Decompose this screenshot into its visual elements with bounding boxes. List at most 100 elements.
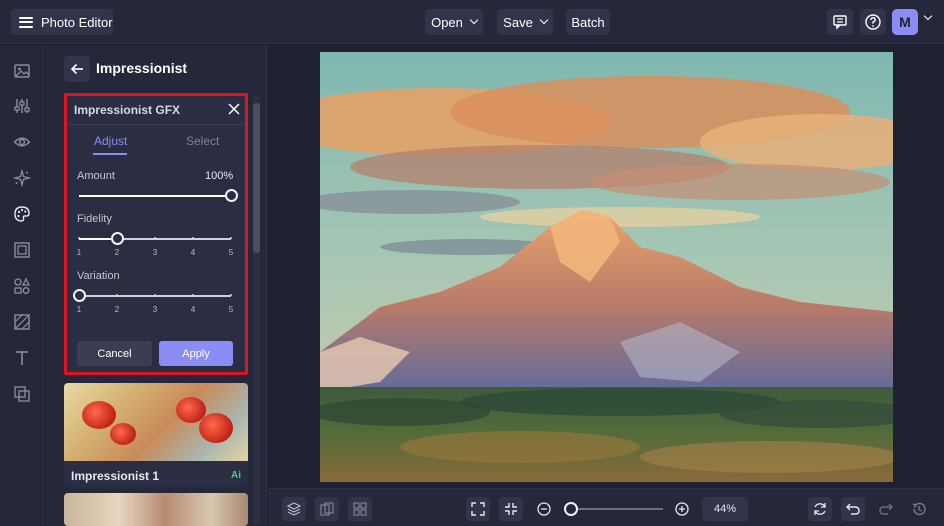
history-button[interactable] [907,497,931,521]
arrow-left-icon [70,63,83,75]
help-button[interactable] [860,9,886,35]
back-button[interactable] [64,56,90,82]
layers-button[interactable] [282,497,306,521]
preset-thumbnail [64,493,248,526]
slider-tick [116,294,118,296]
expand-icon [471,502,485,516]
open-button[interactable]: Open [425,9,483,35]
texture-icon[interactable] [12,312,32,332]
close-icon[interactable] [227,102,241,116]
slider-tick [192,294,194,296]
batch-button[interactable]: Batch [566,9,610,35]
text-icon[interactable] [12,348,32,368]
impressionist-gfx-card: Impressionist GFX Adjust Select Amount 1… [64,93,248,375]
open-label: Open [431,14,463,30]
redo-button[interactable] [874,497,898,521]
slider-tick-label: 2 [114,305,120,314]
chevron-down-icon[interactable] [923,11,933,21]
variation-label: Variation [77,270,120,282]
slider-thumb[interactable] [111,232,124,245]
amount-slider-thumb[interactable] [225,189,238,202]
slider-tick-label: 4 [190,248,196,257]
slider-tick [192,237,194,239]
card-header: Impressionist GFX [67,96,245,125]
sparkle-icon[interactable] [12,168,32,188]
reset-button[interactable] [808,497,832,521]
zoom-out-button[interactable] [532,497,556,521]
amount-slider[interactable] [79,189,238,202]
cancel-button[interactable]: Cancel [77,341,152,366]
slider-tick [154,294,156,296]
slider-tick-label: 3 [152,248,158,257]
palette-icon[interactable] [12,204,32,224]
hamburger-icon [19,16,33,28]
undo-button[interactable] [841,497,865,521]
slider-thumb[interactable] [73,289,86,302]
tab-select[interactable]: Select [186,134,219,148]
mountain-painting [320,52,893,482]
zoom-slider[interactable] [568,508,663,510]
chevron-down-icon [469,15,479,25]
redo-icon [879,503,893,515]
zoom-level[interactable]: 44% [702,497,748,521]
panel-scrollbar[interactable] [253,95,260,523]
layers-icon [286,502,302,516]
preset-thumbnail [64,383,248,461]
grid-button[interactable] [348,497,372,521]
feedback-button[interactable] [827,9,853,35]
apply-button[interactable]: Apply [159,341,233,366]
variation-slider[interactable]: 1 2 3 4 5 [73,289,233,314]
slider-tick-label: 4 [190,305,196,314]
amount-value: 100% [205,170,234,182]
compare-icon [320,502,334,516]
poppy-shape [82,401,116,429]
fidelity-slider[interactable]: 1 2 3 4 5 [77,232,233,257]
canvas-area [268,45,944,488]
app-title: Photo Editor [41,14,113,30]
amount-slider-fill [79,195,231,197]
fit-screen-button[interactable] [466,497,490,521]
avatar[interactable]: M [892,9,918,35]
amount-label: Amount [77,170,115,182]
card-title: Impressionist GFX [74,103,181,117]
bottom-toolbar: 44% [268,488,944,526]
history-icon [912,502,926,516]
grid-icon [353,502,367,516]
fidelity-label: Fidelity [77,213,112,225]
image-icon[interactable] [12,61,32,81]
actual-size-button[interactable] [499,497,523,521]
preset-card-next[interactable] [64,493,248,526]
save-button[interactable]: Save [497,9,553,35]
sliders-icon[interactable] [12,96,32,116]
slider-tick-label: 3 [152,305,158,314]
photo-canvas[interactable] [320,52,893,482]
slider-tick-label: 1 [76,305,82,314]
zoom-in-icon [675,502,689,516]
collapse-icon [505,503,517,515]
chat-icon [833,15,847,30]
poppy-shape [110,423,136,445]
eye-icon[interactable] [12,132,32,152]
slider-tick-label: 2 [114,248,120,257]
frame-icon[interactable] [12,240,32,260]
left-tool-rail [0,45,44,526]
panel-title: Impressionist [96,60,188,76]
zoom-in-button[interactable] [670,497,694,521]
batch-label: Batch [571,14,605,30]
compare-button[interactable] [315,497,339,521]
poppy-shape [199,413,233,443]
slider-tick-label: 1 [76,248,82,257]
slider-tick [154,237,156,239]
scrollbar-thumb[interactable] [253,103,260,253]
preset-card-impressionist-1[interactable]: Impressionist 1 Ai [64,383,248,487]
effects-panel: Impressionist Impressionist GFX Adjust S… [45,45,267,526]
shapes-icon[interactable] [12,276,32,296]
top-bar: Photo Editor Open Save Batch M [0,0,944,44]
app-menu-button[interactable]: Photo Editor [11,9,113,35]
slider-tick [230,237,232,239]
undo-icon [846,503,860,515]
overlay-icon[interactable] [12,384,32,404]
slider-tick [78,237,80,239]
zoom-slider-thumb[interactable] [564,502,578,516]
tab-adjust[interactable]: Adjust [94,134,127,148]
